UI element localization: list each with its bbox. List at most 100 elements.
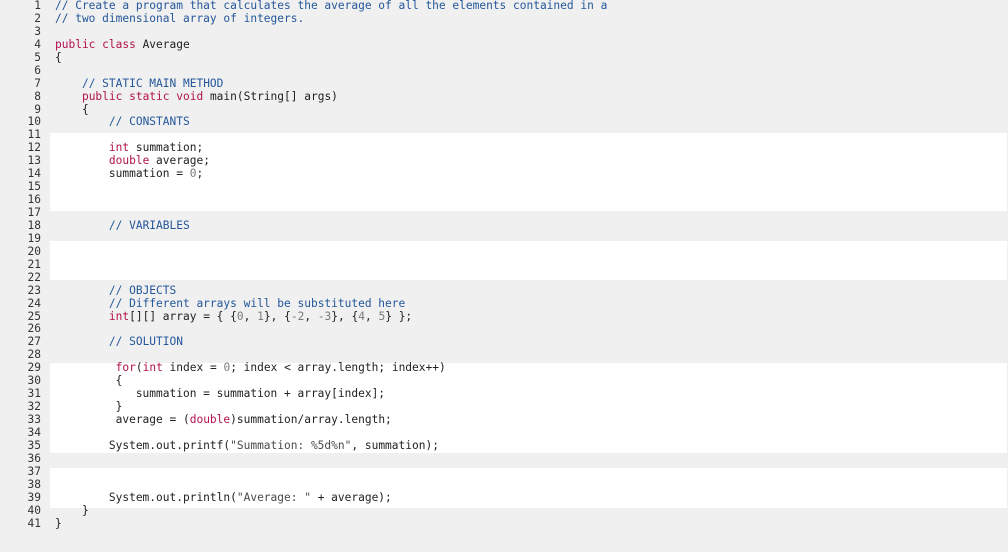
code-line: 39 System.out.println("Average: " + aver… (0, 490, 1008, 505)
line-code[interactable] (41, 323, 55, 336)
code-token: // Different arrays will be substituted … (108, 296, 406, 310)
line-code[interactable] (41, 272, 55, 285)
line-code[interactable] (41, 246, 55, 259)
code-line: 35 System.out.printf("Summation: %5d%n",… (0, 438, 1008, 453)
line-code[interactable]: average = (double)summation/array.length… (41, 413, 392, 427)
code-token: int (108, 141, 130, 155)
code-line: 19 (0, 231, 1008, 246)
code-token: // SOLUTION (108, 335, 183, 349)
line-code[interactable] (41, 26, 55, 39)
line-number: 18 (27, 218, 41, 232)
code-token: System.out.printf( (55, 438, 231, 452)
code-token: index = (162, 361, 224, 375)
line-number: 8 (34, 89, 41, 103)
line-number: 4 (34, 37, 41, 51)
line-number: 7 (34, 76, 41, 90)
line-number: 21 (27, 257, 41, 271)
code-line: 36 (0, 451, 1008, 466)
line-number: 38 (27, 477, 41, 491)
line-code[interactable]: // SOLUTION (41, 335, 183, 349)
line-code[interactable] (41, 129, 55, 142)
code-token: System.out.println( (55, 490, 237, 504)
code-token: + average); (310, 490, 392, 504)
code-token: // two dimensional array of integers. (55, 11, 305, 25)
code-token: // CONSTANTS (108, 115, 190, 129)
line-code[interactable] (41, 453, 55, 466)
code-token: summation = (55, 167, 190, 181)
code-token: { (55, 374, 123, 388)
line-code[interactable]: } (41, 504, 89, 518)
line-number: 19 (27, 231, 41, 245)
code-line: 41} (0, 517, 1008, 531)
code-token: 1 (257, 309, 264, 323)
line-code[interactable] (41, 466, 55, 479)
code-token: )summation/array.length; (230, 413, 392, 426)
line-number: 20 (27, 244, 41, 258)
line-code[interactable]: } (41, 517, 62, 531)
line-code[interactable] (41, 349, 55, 362)
code-line: 40 } (0, 503, 1008, 518)
line-code[interactable]: System.out.println("Average: " + average… (41, 490, 392, 505)
code-token: { (55, 102, 89, 116)
line-code[interactable]: public class Average (41, 37, 190, 52)
line-number: 6 (34, 63, 41, 77)
code-token: double (189, 413, 231, 426)
line-code[interactable] (41, 259, 55, 272)
code-token: 4 (358, 309, 365, 323)
line-number: 23 (27, 283, 41, 297)
code-line: 27 // SOLUTION (0, 335, 1008, 349)
code-lines: 1 // Create a program that calculates the… (0, 0, 1008, 530)
code-token: ; index < array.length; index++) (230, 361, 446, 375)
line-number: 5 (34, 50, 41, 64)
code-token: // OBJECTS (108, 283, 177, 297)
code-token: } (55, 400, 123, 414)
code-token: "Average: " (236, 490, 311, 504)
line-code[interactable]: System.out.printf("Summation: %5d%n", su… (41, 438, 439, 453)
line-number: 2 (34, 11, 41, 25)
code-token: }, { (263, 309, 291, 323)
line-code[interactable] (41, 65, 55, 78)
code-token: int (108, 309, 130, 323)
line-number: 40 (27, 503, 41, 517)
code-token: ( (135, 361, 143, 375)
line-code[interactable]: int[][] array = { {0, 1}, {-2, -3}, {4, … (41, 309, 413, 324)
line-code[interactable] (41, 233, 55, 246)
code-editor[interactable]: 1 // Create a program that calculates the… (0, 0, 1008, 552)
code-token: public static void (81, 89, 204, 103)
line-number: 24 (27, 296, 41, 310)
code-token: public class (55, 37, 136, 51)
code-token: "Summation: %5d%n" (230, 438, 352, 452)
line-number: 1 (34, 0, 41, 12)
line-code[interactable] (41, 207, 55, 220)
line-code[interactable]: // two dimensional array of integers. (41, 11, 305, 26)
line-code[interactable]: { (41, 50, 62, 65)
code-line: 31 summation = summation + array[index]; (0, 387, 1008, 401)
code-line: 33 average = (double)summation/array.len… (0, 413, 1008, 427)
code-token: }, { (331, 309, 359, 323)
code-line: 2 // two dimensional array of integers. (0, 11, 1008, 26)
line-code[interactable] (41, 194, 55, 207)
line-code[interactable] (41, 181, 55, 194)
code-line: 20 (0, 244, 1008, 259)
line-number: 36 (27, 451, 41, 465)
line-code[interactable]: summation = 0; (41, 167, 203, 181)
code-token: // Create a program that calculates the … (55, 0, 608, 12)
line-code[interactable] (41, 479, 55, 492)
code-line: 21 (0, 257, 1008, 272)
code-token: { (55, 50, 62, 64)
line-code[interactable] (41, 427, 55, 440)
code-line: 37 (0, 465, 1008, 479)
code-token: , (243, 309, 258, 323)
code-token: average = ( (55, 413, 190, 426)
code-token: } }; (385, 309, 413, 323)
line-code[interactable]: // VARIABLES (41, 219, 190, 233)
code-line: 5{ (0, 50, 1008, 65)
line-code[interactable]: // CONSTANTS (41, 115, 190, 129)
code-token: , summation); (351, 438, 439, 452)
